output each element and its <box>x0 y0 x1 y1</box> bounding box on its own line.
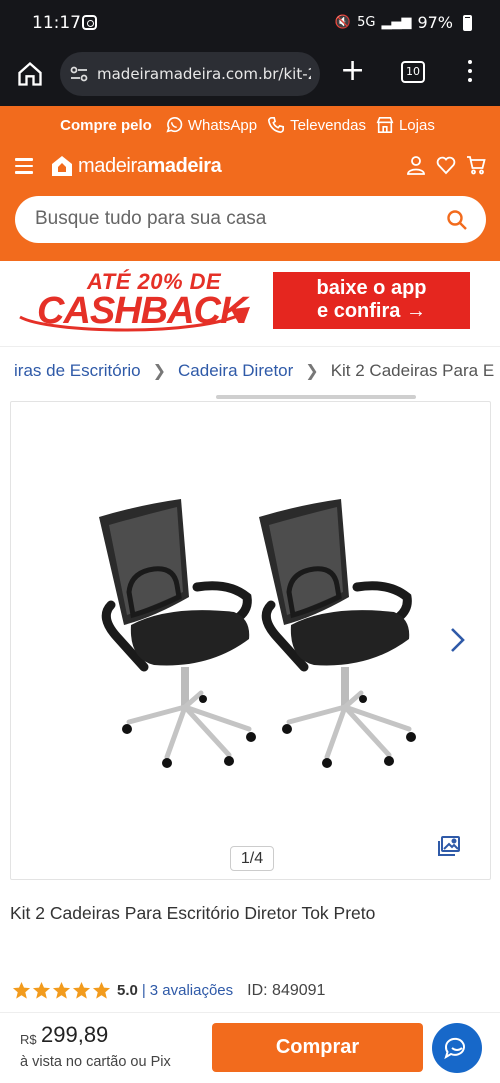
breadcrumb: iras de Escritório ❯ Cadeira Diretor ❯ K… <box>0 346 500 394</box>
battery-icon <box>463 14 472 31</box>
chat-icon <box>444 1037 465 1060</box>
mute-icon: 🔇 <box>334 15 352 30</box>
site-logo[interactable]: madeiramadeira <box>50 154 222 178</box>
cart-icon[interactable] <box>466 155 486 175</box>
battery-percent: 97% <box>417 13 453 32</box>
logo-house-icon <box>52 156 72 176</box>
chevron-right-icon: ❯ <box>305 363 319 380</box>
cashback-banner[interactable]: ATÉ 20% DE CASHBACK baixe o app e confir… <box>0 261 500 339</box>
new-tab-button[interactable]: + <box>340 56 365 86</box>
lojas-label[interactable]: Lojas <box>399 117 435 134</box>
app-promo-line-1: baixe o app <box>316 277 427 299</box>
price-currency: R$ <box>20 1032 37 1047</box>
contact-bar: Compre pelo WhatsApp Televendas Lojas <box>0 116 500 134</box>
header-actions <box>406 155 486 175</box>
star-icon <box>52 981 71 999</box>
image-counter: 1/4 <box>230 846 274 871</box>
product-title: Kit 2 Cadeiras Para Escritório Diretor T… <box>10 903 376 923</box>
whatsapp-label[interactable]: WhatsApp <box>188 117 257 134</box>
chat-button[interactable] <box>432 1023 482 1073</box>
heart-icon[interactable] <box>436 155 456 175</box>
address-bar[interactable]: madeiramadeira.com.br/kit-2-c <box>60 52 320 96</box>
product-gallery[interactable]: 1/4 <box>10 401 491 880</box>
star-icon <box>92 981 111 999</box>
phone-icon <box>268 116 285 134</box>
status-time: 11:17 <box>32 13 81 33</box>
home-icon[interactable] <box>16 60 44 88</box>
url-text[interactable]: madeiramadeira.com.br/kit-2-c <box>97 65 311 83</box>
buy-button[interactable]: Comprar <box>212 1023 423 1072</box>
cashback-main-text: CASHBACK <box>37 290 247 332</box>
logo-text: madeiramadeira <box>78 154 222 177</box>
chevron-right-icon[interactable] <box>446 626 468 654</box>
star-icon <box>72 981 91 999</box>
signal-icon: ▂▄▆ <box>381 15 412 30</box>
network-type-icon: 5G <box>357 15 376 30</box>
site-settings-icon[interactable] <box>70 66 88 82</box>
lojas-link[interactable]: Lojas <box>376 116 435 134</box>
star-icon <box>32 981 51 999</box>
store-icon <box>376 116 394 134</box>
app-promo-line-2: e confira → <box>317 300 426 322</box>
breadcrumb-scrollbar[interactable] <box>216 395 416 399</box>
gallery-icon[interactable] <box>437 835 461 857</box>
hamburger-menu-icon[interactable] <box>15 158 33 174</box>
search-input[interactable] <box>35 208 435 230</box>
breadcrumb-item-cadeira-diretor[interactable]: Cadeira Diretor <box>178 361 293 381</box>
search-icon[interactable] <box>446 209 468 231</box>
rating-row: 5.0 | 3 avaliações ID: 849091 <box>12 981 325 1000</box>
search-bar[interactable] <box>15 196 486 243</box>
browser-toolbar: madeiramadeira.com.br/kit-2-c + 10 <box>0 48 500 106</box>
product-id: ID: 849091 <box>247 981 326 999</box>
rating-stars <box>12 981 111 1000</box>
rating-value: 5.0 <box>117 982 138 999</box>
whatsapp-link[interactable]: WhatsApp <box>165 116 257 134</box>
product-image[interactable] <box>89 497 429 787</box>
purchase-bar: R$ 299,89 à vista no cartão ou Pix Compr… <box>0 1012 500 1083</box>
chevron-right-icon: ❯ <box>152 363 167 380</box>
status-indicators: 🔇 5G ▂▄▆ 97% <box>335 13 472 32</box>
compre-pelo-label: Compre pelo <box>60 116 152 134</box>
price-note: à vista no cartão ou Pix <box>20 1054 171 1070</box>
star-icon <box>12 981 31 999</box>
televendas-link[interactable]: Televendas <box>267 116 366 134</box>
breadcrumb-current: Kit 2 Cadeiras Para E <box>330 361 495 380</box>
status-bar: 11:17 🔇 5G ▂▄▆ 97% <box>0 0 500 48</box>
browser-menu-icon[interactable] <box>466 60 474 86</box>
price-value: 299,89 <box>41 1022 109 1047</box>
chair-right-graphic <box>259 499 416 768</box>
app-promo-box[interactable]: baixe o app e confira → <box>273 272 470 329</box>
chair-left-graphic <box>99 499 256 768</box>
user-icon[interactable] <box>406 155 426 175</box>
instagram-icon <box>82 15 97 30</box>
rating-separator: | <box>141 982 146 999</box>
site-header: Compre pelo WhatsApp Televendas Lojas ma… <box>0 106 500 261</box>
whatsapp-icon <box>166 117 183 133</box>
reviews-link[interactable]: 3 avaliações <box>150 982 233 999</box>
tab-switcher-button[interactable]: 10 <box>401 61 425 83</box>
televendas-label[interactable]: Televendas <box>290 117 366 134</box>
breadcrumb-item-escritorio[interactable]: iras de Escritório <box>14 361 141 381</box>
